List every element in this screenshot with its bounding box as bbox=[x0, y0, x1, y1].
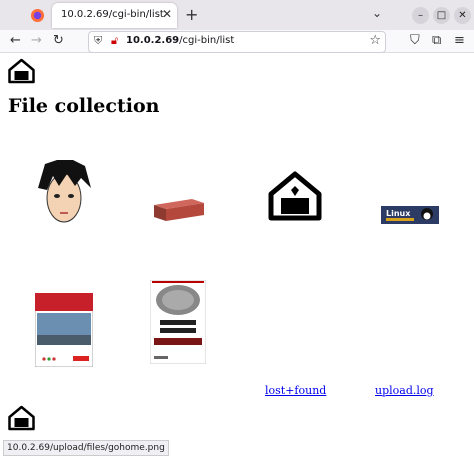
shield-icon[interactable]: ⛨ bbox=[94, 34, 102, 48]
tab-close-icon[interactable]: ✕ bbox=[162, 7, 172, 21]
svg-text:Linux: Linux bbox=[386, 209, 411, 218]
new-tab-button[interactable]: + bbox=[185, 5, 198, 24]
linux-banner-icon[interactable]: Linux bbox=[381, 206, 439, 224]
menu-icon[interactable]: ≡ bbox=[454, 33, 465, 48]
nav-bar: ← → ↻ ⛨ 🔓︎ 10.0.2.69/cgi-bin/list ☆ ⛉ ⧉ … bbox=[0, 30, 474, 53]
browser-tab[interactable]: 10.0.2.69/cgi-bin/list ✕ bbox=[52, 3, 177, 28]
page-content: File collection Linux lost+found upload.… bbox=[0, 53, 474, 457]
status-bar-url: 10.0.2.69/upload/files/gohome.png bbox=[3, 440, 169, 456]
book-cover-icon[interactable] bbox=[35, 293, 93, 367]
reload-icon[interactable]: ↻ bbox=[53, 33, 64, 48]
minimize-button[interactable]: – bbox=[412, 7, 429, 24]
home-icon[interactable] bbox=[7, 58, 36, 84]
extensions-icon[interactable]: ⧉ bbox=[432, 33, 441, 48]
link-upload-log[interactable]: upload.log bbox=[375, 384, 434, 397]
brick-icon[interactable] bbox=[152, 195, 206, 223]
home-icon[interactable] bbox=[7, 405, 36, 431]
forward-icon[interactable]: → bbox=[31, 33, 42, 48]
link-lost-found[interactable]: lost+found bbox=[265, 384, 326, 397]
tab-title: 10.0.2.69/cgi-bin/list bbox=[61, 9, 164, 20]
home-icon[interactable] bbox=[266, 170, 324, 222]
bookmark-star-icon[interactable]: ☆ bbox=[369, 33, 381, 48]
insecure-lock-icon[interactable]: 🔓︎ bbox=[111, 34, 118, 48]
tab-bar: 10.0.2.69/cgi-bin/list ✕ + ⌄ – □ ✕ bbox=[0, 0, 474, 30]
url-bar[interactable]: ⛨ 🔓︎ 10.0.2.69/cgi-bin/list ☆ bbox=[88, 31, 386, 53]
linux-kernel-book-icon[interactable] bbox=[150, 280, 206, 364]
anime-face-icon[interactable] bbox=[35, 158, 93, 226]
close-window-button[interactable]: ✕ bbox=[454, 7, 471, 24]
list-tabs-icon[interactable]: ⌄ bbox=[372, 6, 382, 20]
pocket-icon[interactable]: ⛉ bbox=[410, 33, 420, 48]
page-title: File collection bbox=[8, 95, 160, 117]
firefox-icon bbox=[30, 8, 45, 23]
back-icon[interactable]: ← bbox=[10, 33, 21, 48]
url-text[interactable]: 10.0.2.69/cgi-bin/list bbox=[126, 35, 234, 46]
maximize-button[interactable]: □ bbox=[433, 7, 450, 24]
